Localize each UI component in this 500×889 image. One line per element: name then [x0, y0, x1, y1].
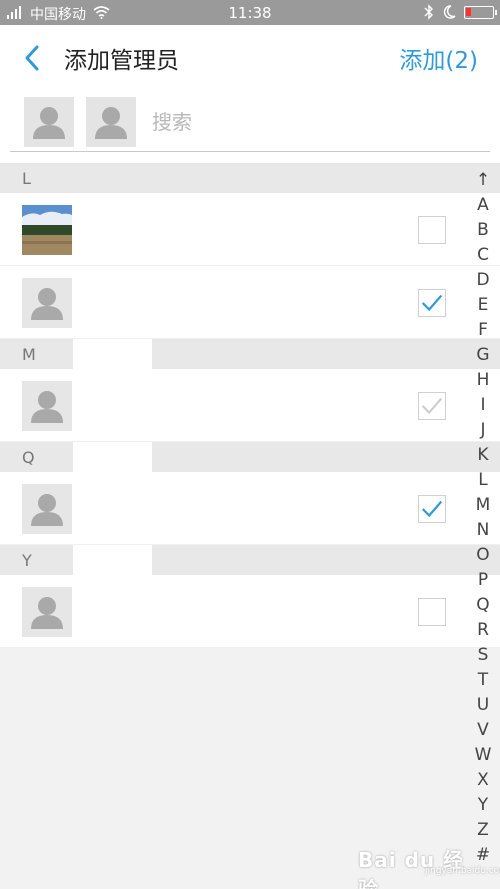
checkmark-icon — [421, 294, 443, 312]
checkmark-icon — [421, 500, 443, 518]
status-bar: 中国移动 11:38 — [0, 0, 500, 25]
select-checkbox[interactable] — [418, 495, 446, 523]
index-letter[interactable]: B — [470, 218, 496, 243]
index-letter[interactable]: K — [470, 443, 496, 468]
section-header-q: Q — [0, 442, 500, 472]
select-checkbox[interactable] — [418, 598, 446, 626]
section-header-m: M — [0, 339, 500, 369]
member-list: L M Q Y — [0, 163, 500, 648]
select-checkbox[interactable] — [418, 216, 446, 244]
index-letter[interactable]: G — [470, 343, 496, 368]
search-input[interactable] — [152, 107, 472, 137]
default-person-icon — [31, 494, 63, 526]
watermark-sub: jingyan.baidu.com — [425, 866, 500, 876]
baidu-watermark: Bai du 经验 jingyan.baidu.com — [358, 836, 500, 889]
avatar — [22, 587, 72, 637]
page-title: 添加管理员 — [64, 48, 179, 74]
landscape-photo-icon — [22, 205, 72, 255]
default-person-icon — [95, 107, 127, 139]
section-letter: Y — [22, 551, 32, 570]
index-letter[interactable]: I — [470, 393, 496, 418]
index-letter[interactable]: A — [470, 193, 496, 218]
index-letter[interactable]: J — [470, 418, 496, 443]
list-item[interactable] — [0, 369, 500, 442]
index-letter[interactable]: V — [470, 718, 496, 743]
list-item[interactable] — [0, 472, 500, 545]
default-person-icon — [31, 288, 63, 320]
section-header-gap — [73, 545, 152, 575]
bluetooth-icon — [424, 4, 433, 20]
selected-avatar[interactable] — [86, 97, 136, 147]
section-header-gap — [73, 442, 152, 472]
index-letter[interactable]: U — [470, 693, 496, 718]
index-letter[interactable]: T — [470, 668, 496, 693]
alphabet-index[interactable]: ↑ A B C D E F G H I J K L M N O P Q R S T U V W X Y Z # — [470, 168, 496, 868]
index-letter[interactable]: O — [470, 543, 496, 568]
list-item[interactable] — [0, 193, 500, 266]
selected-avatar[interactable] — [24, 97, 74, 147]
index-letter[interactable]: C — [470, 243, 496, 268]
index-letter[interactable]: M — [470, 493, 496, 518]
default-person-icon — [33, 107, 65, 139]
add-button[interactable]: 添加(2) — [399, 41, 478, 75]
avatar — [22, 484, 72, 534]
section-header-gap — [73, 339, 152, 369]
index-letter[interactable]: D — [470, 268, 496, 293]
battery-icon — [464, 6, 497, 19]
list-item[interactable] — [0, 575, 500, 648]
section-header-y: Y — [0, 545, 500, 575]
index-letter[interactable]: E — [470, 293, 496, 318]
index-letter[interactable]: P — [470, 568, 496, 593]
back-chevron-icon[interactable] — [20, 43, 46, 73]
index-letter[interactable]: R — [470, 618, 496, 643]
title-bar: 添加管理员 添加(2) — [0, 25, 500, 91]
index-letter[interactable]: L — [470, 468, 496, 493]
index-letter[interactable]: ↑ — [470, 168, 496, 193]
search-underline — [10, 151, 490, 152]
avatar — [22, 381, 72, 431]
moon-icon — [443, 5, 456, 19]
index-letter[interactable]: W — [470, 743, 496, 768]
index-letter[interactable]: Q — [470, 593, 496, 618]
index-letter[interactable]: N — [470, 518, 496, 543]
index-letter[interactable]: S — [470, 643, 496, 668]
section-header-l: L — [0, 163, 500, 193]
index-letter[interactable]: H — [470, 368, 496, 393]
section-letter: M — [22, 345, 36, 364]
selected-members-bar — [0, 91, 500, 163]
index-letter[interactable]: X — [470, 768, 496, 793]
avatar — [22, 278, 72, 328]
avatar-photo — [22, 205, 72, 255]
select-checkbox-disabled — [418, 392, 446, 420]
list-item[interactable] — [0, 266, 500, 339]
index-letter[interactable]: F — [470, 318, 496, 343]
section-letter: L — [22, 169, 31, 188]
section-letter: Q — [22, 448, 35, 467]
checkmark-disabled-icon — [421, 397, 443, 414]
index-letter[interactable]: Y — [470, 793, 496, 818]
select-checkbox[interactable] — [418, 289, 446, 317]
default-person-icon — [31, 391, 63, 423]
default-person-icon — [31, 597, 63, 629]
